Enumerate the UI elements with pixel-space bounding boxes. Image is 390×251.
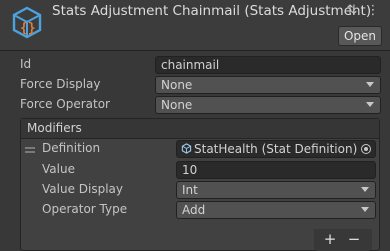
value-label: Value (42, 162, 75, 176)
force-display-row: Force Display None (0, 75, 390, 95)
value-display-value: Int (182, 183, 198, 197)
object-picker-icon[interactable] (361, 144, 371, 154)
force-display-dropdown[interactable]: None (155, 76, 381, 94)
scriptable-object-icon: {} (12, 6, 42, 39)
more-icon[interactable]: ⋮ (365, 3, 381, 19)
inspector-title: Stats Adjustment Chainmail (Stats Adjust… (52, 3, 372, 19)
chevron-down-icon (366, 102, 374, 107)
definition-value: StatHealth (Stat Definition) (194, 142, 358, 156)
value-display-dropdown[interactable]: Int (176, 181, 376, 199)
definition-object-field[interactable]: StatHealth (Stat Definition) (176, 140, 376, 158)
force-display-value: None (161, 78, 193, 92)
force-operator-label: Force Operator (20, 97, 110, 111)
operator-type-label: Operator Type (42, 202, 128, 216)
id-input[interactable]: chainmail (155, 56, 381, 74)
chevron-down-icon (361, 207, 369, 212)
force-operator-dropdown[interactable]: None (155, 96, 381, 114)
value-row: Value 10 (21, 160, 379, 180)
operator-type-value: Add (182, 203, 206, 217)
operator-type-row: Operator Type Add (21, 200, 379, 220)
value-display-row: Value Display Int (21, 180, 379, 200)
force-operator-value: None (161, 98, 193, 112)
preset-icon[interactable]: ⇅ (344, 3, 360, 19)
remove-element-button[interactable]: − (344, 230, 364, 248)
modifiers-header[interactable]: Modifiers (21, 119, 379, 139)
force-operator-row: Force Operator None (0, 95, 390, 115)
id-label: Id (20, 57, 32, 71)
open-button[interactable]: Open (338, 26, 382, 46)
svg-text:{}: {} (20, 21, 36, 36)
force-display-label: Force Display (20, 77, 101, 91)
chevron-down-icon (366, 82, 374, 87)
add-element-button[interactable]: + (320, 230, 340, 248)
operator-type-dropdown[interactable]: Add (176, 201, 376, 219)
scriptable-object-small-icon (181, 142, 192, 154)
chevron-down-icon (361, 187, 369, 192)
inspector-header: {} Stats Adjustment Chainmail (Stats Adj… (0, 0, 390, 51)
definition-label: Definition (42, 141, 101, 155)
id-row: Id chainmail (0, 55, 390, 75)
definition-row: Definition StatHealth (Stat Definition) (21, 139, 379, 159)
list-footer-bar: + − (314, 229, 372, 251)
value-display-label: Value Display (42, 182, 123, 196)
value-input[interactable]: 10 (176, 161, 376, 179)
